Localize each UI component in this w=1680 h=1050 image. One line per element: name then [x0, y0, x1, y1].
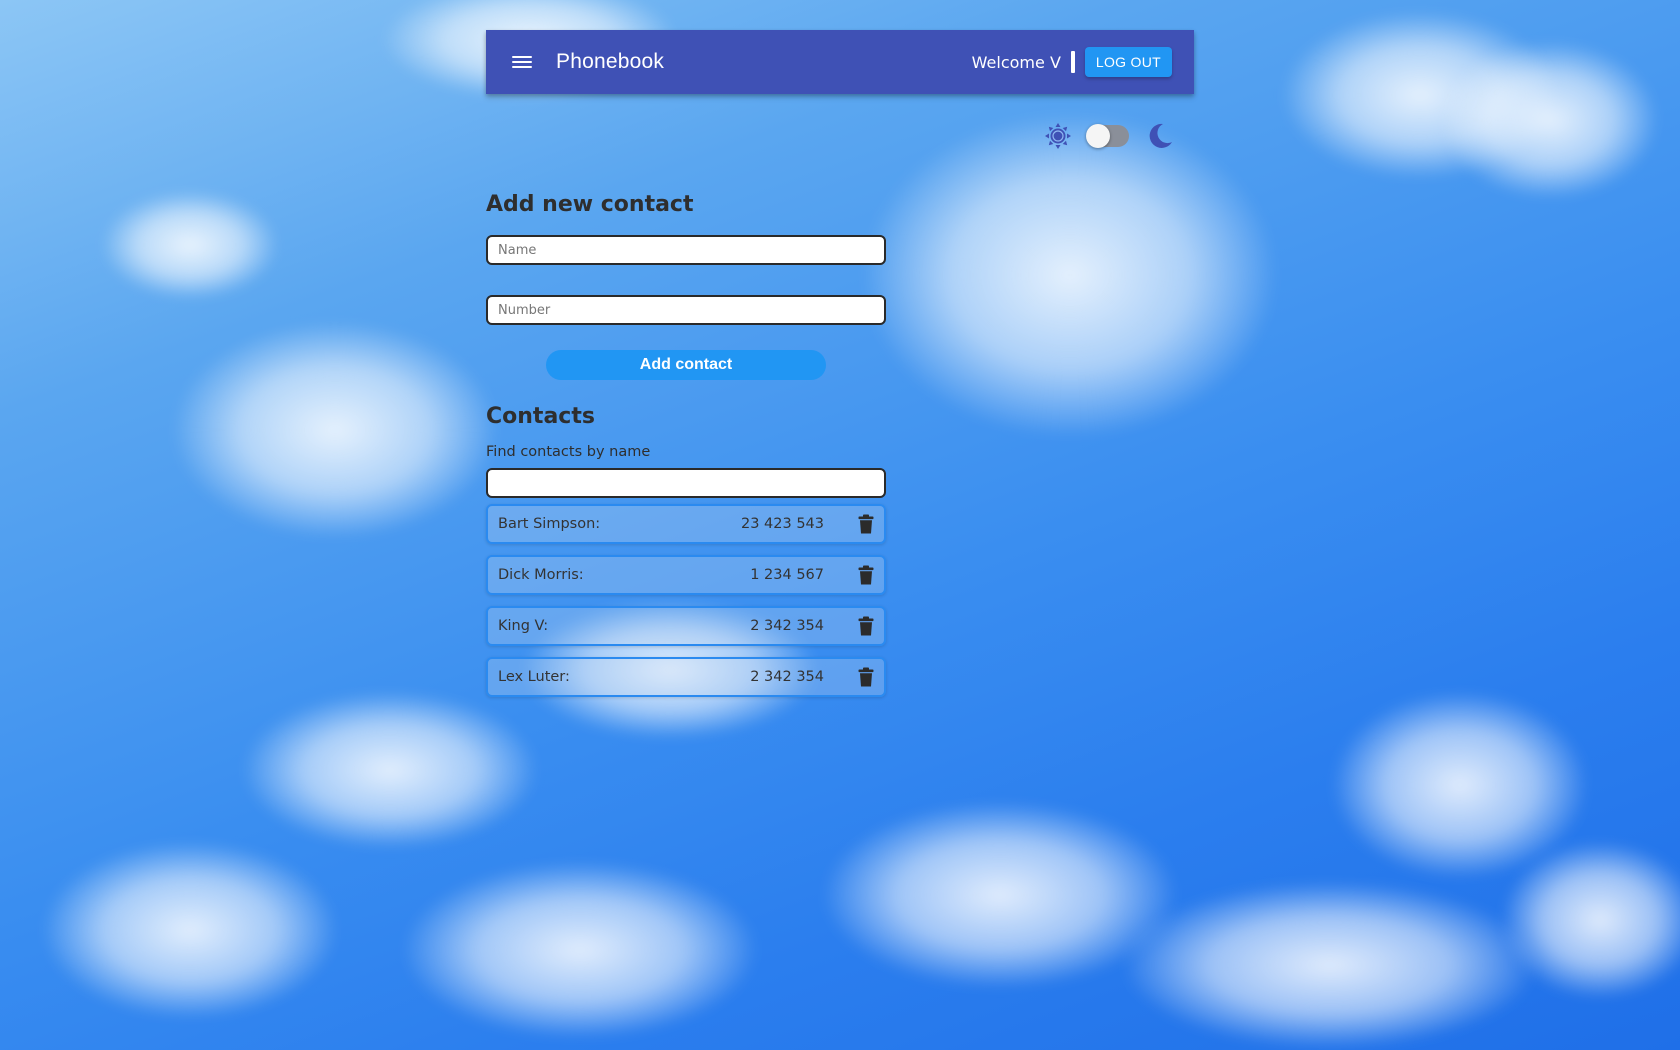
contact-item: Lex Luter: 2 342 354 — [486, 657, 886, 697]
contact-item: King V: 2 342 354 — [486, 606, 886, 646]
sun-icon — [1045, 123, 1071, 149]
filter-input[interactable] — [486, 468, 886, 498]
menu-icon[interactable] — [512, 54, 532, 70]
welcome-text: Welcome V — [971, 52, 1061, 72]
welcome-divider — [1070, 51, 1075, 73]
contact-item: Dick Morris: 1 234 567 — [486, 555, 886, 595]
name-input[interactable] — [486, 235, 886, 265]
number-input[interactable] — [486, 295, 886, 325]
trash-icon[interactable] — [858, 565, 874, 585]
contact-number: 2 342 354 — [750, 669, 824, 685]
logout-button[interactable]: LOG OUT — [1084, 47, 1172, 77]
contact-number: 23 423 543 — [740, 516, 824, 532]
contact-item: Bart Simpson: 23 423 543 — [486, 504, 886, 544]
add-contact-button[interactable]: Add contact — [546, 350, 826, 380]
trash-icon[interactable] — [858, 667, 874, 687]
contact-name: Lex Luter: — [498, 669, 570, 685]
contact-name: Dick Morris: — [498, 567, 584, 583]
app-container: Phonebook Welcome V LOG OUT Add new cont… — [486, 30, 1194, 697]
trash-icon[interactable] — [858, 616, 874, 636]
contacts-heading: Contacts — [486, 404, 595, 429]
moon-icon — [1149, 123, 1172, 148]
filter-label: Find contacts by name — [486, 444, 651, 460]
contact-number: 2 342 354 — [750, 618, 824, 634]
theme-toggle[interactable] — [1086, 124, 1129, 148]
add-contact-heading: Add new contact — [486, 192, 694, 217]
toggle-knob — [1086, 124, 1110, 148]
contact-name: Bart Simpson: — [498, 516, 601, 532]
app-bar: Phonebook Welcome V LOG OUT — [486, 30, 1194, 94]
contact-number: 1 234 567 — [750, 567, 824, 583]
contact-name: King V: — [498, 618, 549, 634]
trash-icon[interactable] — [858, 514, 874, 534]
contact-list: Bart Simpson: 23 423 543 Dick Morris: 1 … — [486, 504, 886, 708]
app-title: Phonebook — [556, 50, 665, 73]
theme-switch — [1044, 122, 1174, 150]
